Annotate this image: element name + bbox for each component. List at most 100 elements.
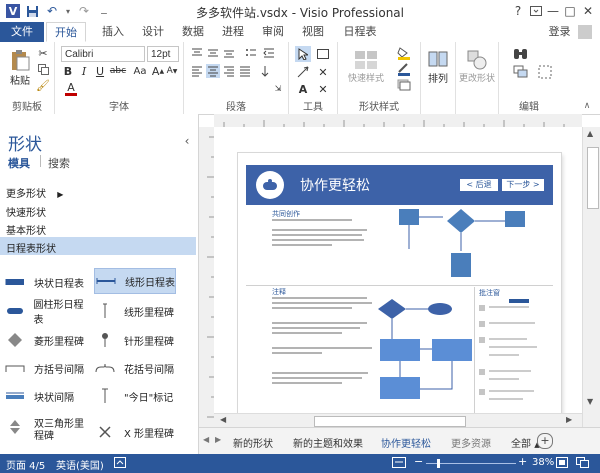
redo-icon[interactable]: ↷ (76, 3, 92, 19)
tab-schedule[interactable]: 日程表 (340, 22, 380, 42)
login-link[interactable]: 登录 (549, 22, 592, 42)
select-icon[interactable] (535, 64, 555, 80)
tab-review[interactable]: 审阅 (258, 22, 288, 42)
back-button[interactable]: < 后退 (460, 179, 498, 191)
close-x-tool-icon[interactable]: ✕ (315, 64, 331, 80)
decrease-indent-icon[interactable] (262, 46, 276, 60)
connection-point-icon[interactable]: ✕ (315, 82, 331, 96)
switch-windows-icon[interactable] (576, 457, 589, 471)
arrange-button[interactable]: 排列 (423, 44, 453, 88)
underline-button[interactable]: U (93, 64, 107, 78)
collapse-ribbon-icon[interactable]: ∧ (580, 100, 594, 112)
font-name-select[interactable]: Calibri (61, 46, 145, 62)
scroll-down-icon[interactable]: ▼ (587, 397, 593, 406)
page-tab-themes-effects[interactable]: 新的主题和效果 (293, 435, 363, 450)
shape-double-triangle-milestone[interactable]: 双三角形里程碑 (4, 419, 92, 449)
timeline-shapes-item[interactable]: 日程表形状 (6, 240, 56, 255)
shape-cylinder-timeline[interactable]: 圆柱形日程表 (4, 300, 92, 326)
page-tab-all[interactable]: 全部 ▲ (511, 435, 540, 450)
shape-brace-interval[interactable]: 花括号间隔 (94, 357, 184, 379)
undo-icon[interactable]: ↶ (44, 3, 60, 19)
vertical-scroll-thumb[interactable] (587, 147, 599, 209)
collapse-pane-icon[interactable]: ‹ (180, 134, 194, 148)
quick-styles-button[interactable]: 快速样式 (344, 44, 388, 88)
shape-pin-milestone[interactable]: 针形里程碑 (94, 329, 184, 351)
align-left-icon[interactable] (190, 64, 204, 78)
tab-search[interactable]: 搜索 (48, 155, 70, 171)
fill-color-icon[interactable] (394, 46, 414, 60)
tab-file[interactable]: 文件 (0, 22, 44, 42)
horizontal-scroll-thumb[interactable] (314, 416, 466, 427)
format-painter-icon[interactable]: 🖌 (36, 78, 50, 92)
zoom-in-button[interactable]: + (518, 455, 527, 468)
save-icon[interactable] (24, 3, 40, 19)
add-page-button[interactable]: + (537, 433, 553, 449)
quick-shapes-item[interactable]: 快速形状 (6, 204, 46, 219)
page-tab-collaboration[interactable]: 协作更轻松 (381, 435, 431, 450)
zoom-out-button[interactable]: − (414, 455, 423, 468)
strikethrough-button[interactable]: abc (109, 64, 127, 78)
page-tab-more-resources[interactable]: 更多资源 (451, 435, 491, 450)
italic-button[interactable]: I (77, 64, 91, 78)
tab-data[interactable]: 数据 (178, 22, 208, 42)
tab-process[interactable]: 进程 (218, 22, 248, 42)
shape-line-timeline[interactable]: 线形日程表 (94, 268, 176, 294)
tab-stencils[interactable]: 模具 (8, 155, 30, 171)
find-icon[interactable] (511, 46, 531, 62)
paste-button[interactable]: 粘贴 (6, 46, 34, 88)
connector-tool-icon[interactable] (295, 64, 311, 80)
font-case-button[interactable]: Aa (131, 64, 149, 78)
tab-design[interactable]: 设计 (138, 22, 168, 42)
text-direction-icon[interactable] (258, 64, 272, 78)
shape-diamond-milestone[interactable]: 菱形里程碑 (4, 329, 92, 351)
scroll-up-icon[interactable]: ▲ (587, 129, 593, 138)
scroll-left-icon[interactable]: ◀ (220, 415, 226, 424)
font-color-button[interactable]: A (61, 82, 81, 96)
font-size-select[interactable]: 12pt (147, 46, 179, 62)
shape-today-marker[interactable]: "今日"标记 (94, 385, 184, 407)
effects-icon[interactable] (394, 78, 414, 92)
vertical-scrollbar[interactable]: ▲ ▼ (582, 127, 600, 427)
align-top-icon[interactable] (190, 46, 204, 60)
fit-page-icon[interactable] (556, 457, 568, 471)
align-center-icon[interactable] (206, 64, 220, 78)
shape-bracket-interval[interactable]: 方括号间隔 (4, 357, 92, 379)
language-indicator[interactable]: 英语(美国) (56, 457, 104, 472)
zoom-slider-thumb[interactable] (437, 459, 440, 468)
tab-scroll-left-icon[interactable]: ◀ (203, 435, 209, 444)
page-tab-new-shapes[interactable]: 新的形状 (233, 435, 273, 450)
tab-view[interactable]: 视图 (298, 22, 328, 42)
tab-scroll-right-icon[interactable]: ▶ (215, 435, 221, 444)
align-middle-icon[interactable] (206, 46, 220, 60)
fit-width-icon[interactable] (392, 457, 406, 471)
bullets-icon[interactable] (244, 46, 258, 60)
layers-icon[interactable] (511, 64, 531, 80)
text-tool-icon[interactable]: A (295, 82, 311, 96)
more-shapes-item[interactable]: 更多形状 ▶ (6, 185, 63, 200)
shape-block-interval[interactable]: 块状间隔 (4, 385, 92, 407)
tab-home[interactable]: 开始 (46, 22, 86, 42)
align-bottom-icon[interactable] (222, 46, 236, 60)
rectangle-tool-icon[interactable] (315, 46, 331, 62)
zoom-level[interactable]: 38% (532, 457, 554, 468)
copy-icon[interactable] (36, 62, 50, 76)
justify-icon[interactable] (238, 64, 252, 78)
undo-dropdown-icon[interactable]: ▾ (64, 3, 72, 19)
bold-button[interactable]: B (61, 64, 75, 78)
next-button[interactable]: 下一步 > (502, 179, 544, 191)
change-shape-button[interactable]: 更改形状 (458, 44, 496, 88)
macro-icon[interactable] (114, 457, 126, 471)
shape-x-milestone[interactable]: X 形里程碑 (94, 421, 184, 443)
shape-block-timeline[interactable]: 块状日程表 (4, 271, 92, 293)
paragraph-dialog-icon[interactable]: ⇲ (272, 82, 284, 94)
basic-shapes-item[interactable]: 基本形状 (6, 222, 46, 237)
grow-font-button[interactable]: A ▲ (151, 64, 165, 78)
shrink-font-button[interactable]: A ▼ (165, 64, 179, 78)
close-button[interactable]: ✕ (575, 2, 600, 20)
customize-qat-icon[interactable]: ⚊ (96, 3, 112, 19)
page-indicator[interactable]: 页面 4/5 (6, 457, 45, 472)
drawing-page[interactable]: 协作更轻松 < 后退 下一步 > 共同创作 注释 批注窗 (238, 153, 561, 421)
align-right-icon[interactable] (222, 64, 236, 78)
pointer-tool-icon[interactable] (295, 46, 311, 62)
shape-line-milestone[interactable]: 线形里程碑 (94, 300, 184, 322)
